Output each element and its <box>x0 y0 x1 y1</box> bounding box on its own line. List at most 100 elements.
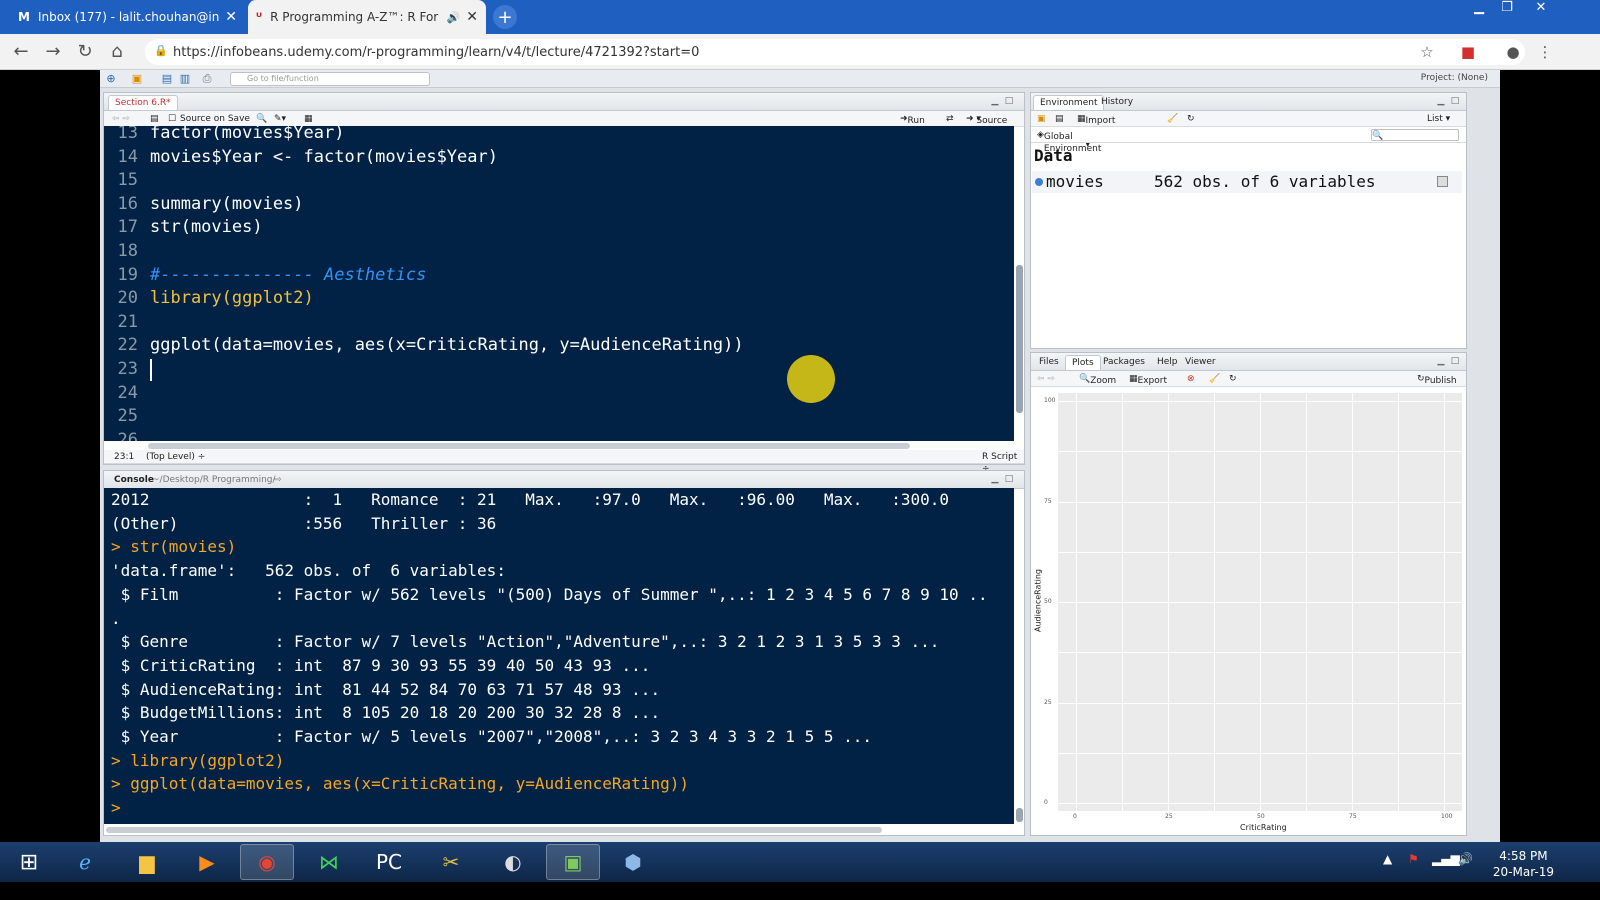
tray-expand-icon[interactable]: ▲ <box>1383 852 1392 866</box>
code-line[interactable]: 13 factor(movies$Year) <box>104 126 1014 145</box>
tab-files[interactable]: Files <box>1033 355 1065 370</box>
code-editor[interactable]: 13 factor(movies$Year) 14 movies$Year <- fa… <box>104 126 1014 441</box>
signal-icon[interactable]: ▂▄▆ <box>1432 852 1460 866</box>
global-env-menu[interactable]: ◈ Global Environment ▾ <box>1037 129 1101 166</box>
profile-avatar[interactable]: ● <box>1503 42 1523 62</box>
source-on-save-checkbox[interactable]: ☐ <box>168 113 176 125</box>
tab-environment[interactable]: Environment <box>1033 95 1105 110</box>
minimize-pane-icon[interactable]: ▁ <box>990 474 1000 484</box>
expand-icon[interactable] <box>1035 178 1043 186</box>
maximize-pane-icon[interactable]: □ <box>1004 474 1014 484</box>
code-line[interactable]: 14 movies$Year <- factor(movies$Year) <box>104 145 1014 169</box>
new-tab-button[interactable]: + <box>493 5 517 29</box>
run-button[interactable]: ➜ Run <box>900 113 925 126</box>
code-line[interactable]: 25 <box>104 404 1014 428</box>
broom-icon[interactable]: 🧹 <box>1209 373 1220 385</box>
remove-plot-icon[interactable]: ⊗ <box>1187 373 1195 385</box>
media-icon[interactable]: ▶ <box>180 844 234 880</box>
console-horizontal-scrollbar[interactable] <box>106 827 882 833</box>
code-line[interactable]: 24 <box>104 381 1014 405</box>
minimize-pane-icon[interactable]: ▁ <box>1436 96 1446 106</box>
minimize-pane-icon[interactable]: ▁ <box>990 96 1000 106</box>
export-button[interactable]: ▦ Export ▾ <box>1129 373 1167 398</box>
compile-report-icon[interactable]: ▦ <box>304 113 313 125</box>
editor-vertical-scrollbar[interactable] <box>1016 265 1023 413</box>
import-dataset-button[interactable]: ▦ Import Dataset ▾ <box>1077 113 1121 150</box>
maximize-pane-icon[interactable]: □ <box>1450 96 1460 106</box>
console-vertical-scrollbar[interactable] <box>1016 808 1023 822</box>
new-file-icon[interactable]: ⊕ <box>104 72 118 86</box>
wand-icon[interactable]: ✎▾ <box>274 113 286 125</box>
view-table-icon[interactable] <box>1437 176 1448 187</box>
code-line[interactable]: 19 #--------------- Aesthetics <box>104 263 1014 287</box>
save-icon[interactable]: ▤ <box>150 113 159 125</box>
goto-file-input[interactable]: Go to file/function <box>230 72 430 86</box>
volume-icon[interactable]: 🔊 <box>1458 852 1473 866</box>
minimize-pane-icon[interactable]: ▁ <box>1436 356 1446 366</box>
start-icon[interactable]: ⊞ <box>2 844 56 880</box>
save-all-icon[interactable]: ▥ <box>178 72 192 86</box>
maximize-pane-icon[interactable]: □ <box>1004 96 1014 106</box>
close-icon[interactable]: ✕ <box>225 9 237 25</box>
save-icon[interactable]: ▤ <box>160 72 174 86</box>
refresh-icon[interactable]: ↻ <box>1187 113 1195 125</box>
vs-icon[interactable]: ⋈ <box>302 844 356 880</box>
box-icon[interactable]: ⬢ <box>606 844 660 880</box>
speaker-icon[interactable]: 🔊 <box>447 11 461 24</box>
publish-button[interactable]: ↻ Publish <box>1417 373 1457 386</box>
print-icon[interactable]: ⎙ <box>200 72 214 86</box>
back-arrow-icon[interactable]: ⇦ ⇨ <box>112 113 130 125</box>
ie-icon[interactable]: ℯ <box>58 844 112 880</box>
tab-udemy-course[interactable]: ᵁ R Programming A-Z™: R For 🔊 ✕ <box>248 0 486 34</box>
tab-history[interactable]: History <box>1095 95 1139 110</box>
refresh-icon[interactable]: ↻ <box>1229 373 1237 385</box>
tab-packages[interactable]: Packages <box>1097 355 1151 370</box>
reload-icon[interactable]: ↻ <box>74 41 96 63</box>
pycharm-icon[interactable]: PC <box>362 844 416 880</box>
code-line[interactable]: 18 <box>104 239 1014 263</box>
search-icon[interactable]: 🔍 <box>256 113 267 125</box>
explorer-icon[interactable]: ▆ <box>120 844 174 880</box>
tab-viewer[interactable]: Viewer <box>1179 355 1222 370</box>
view-mode-menu[interactable]: List ▾ <box>1427 113 1450 125</box>
menu-icon[interactable]: ⋮ <box>1535 42 1555 62</box>
minimize-icon[interactable]: ▁ <box>1465 0 1493 18</box>
network-error-icon[interactable]: ⚑ <box>1408 852 1419 866</box>
goto-dir-icon[interactable]: ⇨ <box>268 473 288 488</box>
forward-icon[interactable]: → <box>42 41 64 63</box>
code-line[interactable]: 17 str(movies) <box>104 215 1014 239</box>
tab-gmail-inbox[interactable]: M Inbox (177) - lalit.chouhan@infob ✕ <box>10 0 245 34</box>
close-icon[interactable]: ✕ <box>466 9 478 25</box>
code-line[interactable]: 23 <box>104 357 1014 381</box>
environment-search-input[interactable]: 🔍 <box>1371 129 1459 141</box>
tab-plots[interactable]: Plots <box>1065 355 1101 370</box>
source-button[interactable]: ➜ Source ▾ <box>966 113 1007 126</box>
rerun-icon[interactable]: ⇄ <box>946 113 954 125</box>
chrome-icon[interactable]: ◉ <box>240 844 294 880</box>
restore-icon[interactable]: ❐ <box>1493 0 1521 18</box>
virtualbox-icon[interactable]: ▣ <box>546 844 600 880</box>
save-workspace-icon[interactable]: ▤ <box>1055 113 1064 125</box>
broom-icon[interactable]: 🧹 <box>1167 113 1178 125</box>
home-icon[interactable]: ⌂ <box>106 41 128 63</box>
project-menu[interactable]: Project: (None) <box>1421 73 1488 83</box>
close-window-icon[interactable]: ✕ <box>1527 0 1555 18</box>
system-clock[interactable]: 4:58 PM 20-Mar-19 <box>1493 848 1554 880</box>
bookmark-star-icon[interactable]: ☆ <box>1417 42 1437 62</box>
code-line[interactable]: 21 <box>104 310 1014 334</box>
scope-menu[interactable]: (Top Level) ÷ <box>146 451 205 463</box>
zoom-button[interactable]: 🔍 Zoom <box>1079 373 1116 386</box>
address-bar[interactable]: 🔒 https://infobeans.udemy.com/r-programm… <box>145 39 1525 65</box>
code-line[interactable]: 26 <box>104 428 1014 441</box>
eclipse-icon[interactable]: ◐ <box>486 844 540 880</box>
code-line[interactable]: 16 summary(movies) <box>104 192 1014 216</box>
tab-section-6r[interactable]: Section 6.R* <box>108 95 178 110</box>
code-line[interactable]: 22 ggplot(data=movies, aes(x=CriticRating… <box>104 333 1014 357</box>
code-line[interactable]: 15 <box>104 168 1014 192</box>
open-project-icon[interactable]: ▣ <box>130 72 144 86</box>
back-icon[interactable]: ← <box>10 41 32 63</box>
env-row-movies[interactable]: movies 562 obs. of 6 variables <box>1032 171 1462 193</box>
prev-plot-icon[interactable]: ⇦ ⇨ <box>1037 373 1055 385</box>
maximize-pane-icon[interactable]: □ <box>1450 356 1460 366</box>
extension-icon[interactable]: ■ <box>1458 42 1478 62</box>
